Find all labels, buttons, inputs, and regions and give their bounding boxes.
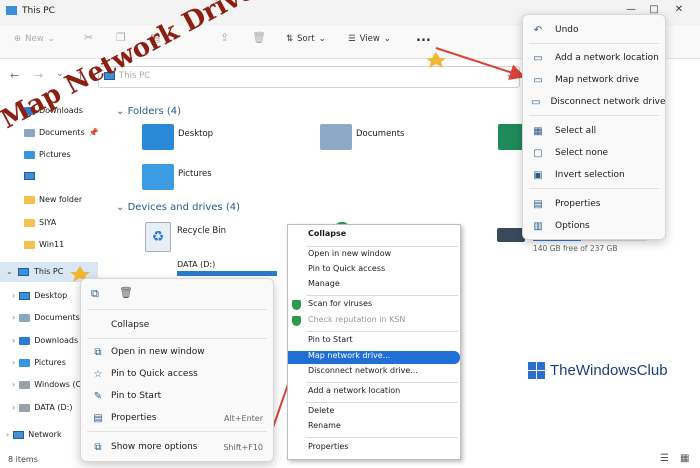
menu-item-label: Select none xyxy=(555,148,609,158)
menu-separator xyxy=(529,115,659,116)
options-icon: ▥ xyxy=(533,220,543,232)
menu-item-add-network-location[interactable]: ▭ Add a network location xyxy=(523,49,665,67)
menu-item-label: Undo xyxy=(555,25,579,35)
menu-separator xyxy=(529,188,659,189)
menu-item-label: Pin to Start xyxy=(111,391,162,401)
menu-item-options[interactable]: ▥ Options xyxy=(523,217,665,235)
classic-item-collapse[interactable]: Collapse xyxy=(288,229,460,243)
more-options-icon: ⧉ xyxy=(94,441,102,453)
menu-separator xyxy=(529,43,659,44)
status-bar: 8 items ☰ ▦ xyxy=(0,452,700,468)
classic-context-menu: Collapse Open in new window Pin to Quick… xyxy=(287,224,461,460)
select-none-icon: ▢ xyxy=(533,147,543,159)
arrow-to-map-drive xyxy=(435,47,526,80)
menu-item-properties[interactable]: ▤ Properties xyxy=(523,195,665,213)
context-item-properties[interactable]: ▤ Properties Alt+Enter xyxy=(81,409,273,427)
undo-icon: ↶ xyxy=(533,24,543,36)
menu-separator xyxy=(87,431,267,432)
context-item-open-new-window[interactable]: ⧉ Open in new window xyxy=(81,343,273,361)
menu-item-undo[interactable]: ↶ Undo xyxy=(523,21,665,39)
menu-item-label: Invert selection xyxy=(555,170,625,180)
new-window-icon: ⧉ xyxy=(94,346,102,358)
sparkle-icon xyxy=(426,52,446,68)
shortcut-text: Alt+Enter xyxy=(223,413,263,423)
menu-item-map-network-drive[interactable]: ▭ Map network drive xyxy=(523,71,665,89)
classic-item-check-reputation: Check reputation in KSN xyxy=(308,315,406,324)
brand-text: TheWindowsClub xyxy=(550,362,668,379)
menu-item-label: Open in new window xyxy=(111,347,205,357)
map-drive-icon: ▭ xyxy=(533,74,543,86)
classic-item-add-network-location[interactable]: Add a network location xyxy=(288,386,460,400)
menu-item-label: Properties xyxy=(555,199,601,209)
classic-item-rename[interactable]: Rename xyxy=(288,421,460,435)
properties-icon: ▤ xyxy=(93,412,103,424)
tiles-view-icon[interactable]: ▦ xyxy=(680,453,689,464)
menu-item-label: Options xyxy=(555,221,590,231)
pin-icon: ✎ xyxy=(93,390,103,402)
classic-item-pin-start[interactable]: Pin to Start xyxy=(288,335,460,349)
menu-item-select-none[interactable]: ▢ Select none xyxy=(523,144,665,162)
menu-item-label: Map network drive xyxy=(555,75,640,85)
classic-item-map-network-drive[interactable]: Map network drive... xyxy=(288,351,460,364)
menu-separator xyxy=(306,382,458,383)
classic-item-delete[interactable]: Delete xyxy=(288,406,460,420)
menu-item-label: Properties xyxy=(111,413,157,423)
menu-separator xyxy=(306,402,458,403)
menu-item-label: Collapse xyxy=(111,320,150,330)
menu-item-label: Show more options xyxy=(111,442,198,452)
select-all-icon: ▦ xyxy=(533,125,543,137)
menu-separator xyxy=(87,338,267,339)
classic-item-open-new-window[interactable]: Open in new window xyxy=(288,249,460,263)
context-menu: ⧉ 🗑 Collapse ⧉ Open in new window ☆ Pin to… xyxy=(80,278,274,462)
disconnect-drive-icon: ▭ xyxy=(531,96,541,108)
classic-item-pin-quick-access[interactable]: Pin to Quick access xyxy=(288,264,460,278)
network-location-icon: ▭ xyxy=(533,52,543,64)
context-item-collapse[interactable]: Collapse xyxy=(81,316,273,334)
menu-item-label: Disconnect network drive xyxy=(550,97,666,107)
context-item-pin-quick-access[interactable]: ☆ Pin to Quick access xyxy=(81,365,273,383)
shortcut-text: Shift+F10 xyxy=(223,442,263,452)
delete-icon[interactable]: 🗑 xyxy=(119,286,133,299)
menu-separator xyxy=(306,437,458,438)
classic-item-scan-viruses[interactable]: Scan for viruses xyxy=(288,299,460,313)
classic-item-disconnect-network-drive[interactable]: Disconnect network drive... xyxy=(288,366,460,380)
invert-selection-icon: ▣ xyxy=(533,169,543,181)
menu-separator xyxy=(306,295,458,296)
menu-separator xyxy=(87,309,267,310)
item-count: 8 items xyxy=(8,455,38,464)
menu-separator xyxy=(306,246,458,247)
star-icon: ☆ xyxy=(93,368,103,380)
see-more-menu: ↶ Undo ▭ Add a network location ▭ Map netwo… xyxy=(522,14,666,240)
menu-separator xyxy=(306,331,458,332)
details-view-icon[interactable]: ☰ xyxy=(660,453,669,464)
menu-item-select-all[interactable]: ▦ Select all xyxy=(523,122,665,140)
brand-watermark: TheWindowsClub xyxy=(528,362,668,379)
menu-item-invert-selection[interactable]: ▣ Invert selection xyxy=(523,166,665,184)
menu-item-label: Pin to Quick access xyxy=(111,369,198,379)
context-item-pin-start[interactable]: ✎ Pin to Start xyxy=(81,387,273,405)
classic-item-manage[interactable]: Manage xyxy=(288,279,460,293)
brand-logo-icon xyxy=(528,362,545,379)
properties-icon: ▤ xyxy=(533,198,543,210)
open-icon[interactable]: ⧉ xyxy=(91,287,99,301)
menu-item-disconnect-network-drive[interactable]: ▭ Disconnect network drive xyxy=(523,93,666,111)
menu-item-label: Add a network location xyxy=(555,53,659,63)
menu-item-label: Select all xyxy=(555,126,597,136)
